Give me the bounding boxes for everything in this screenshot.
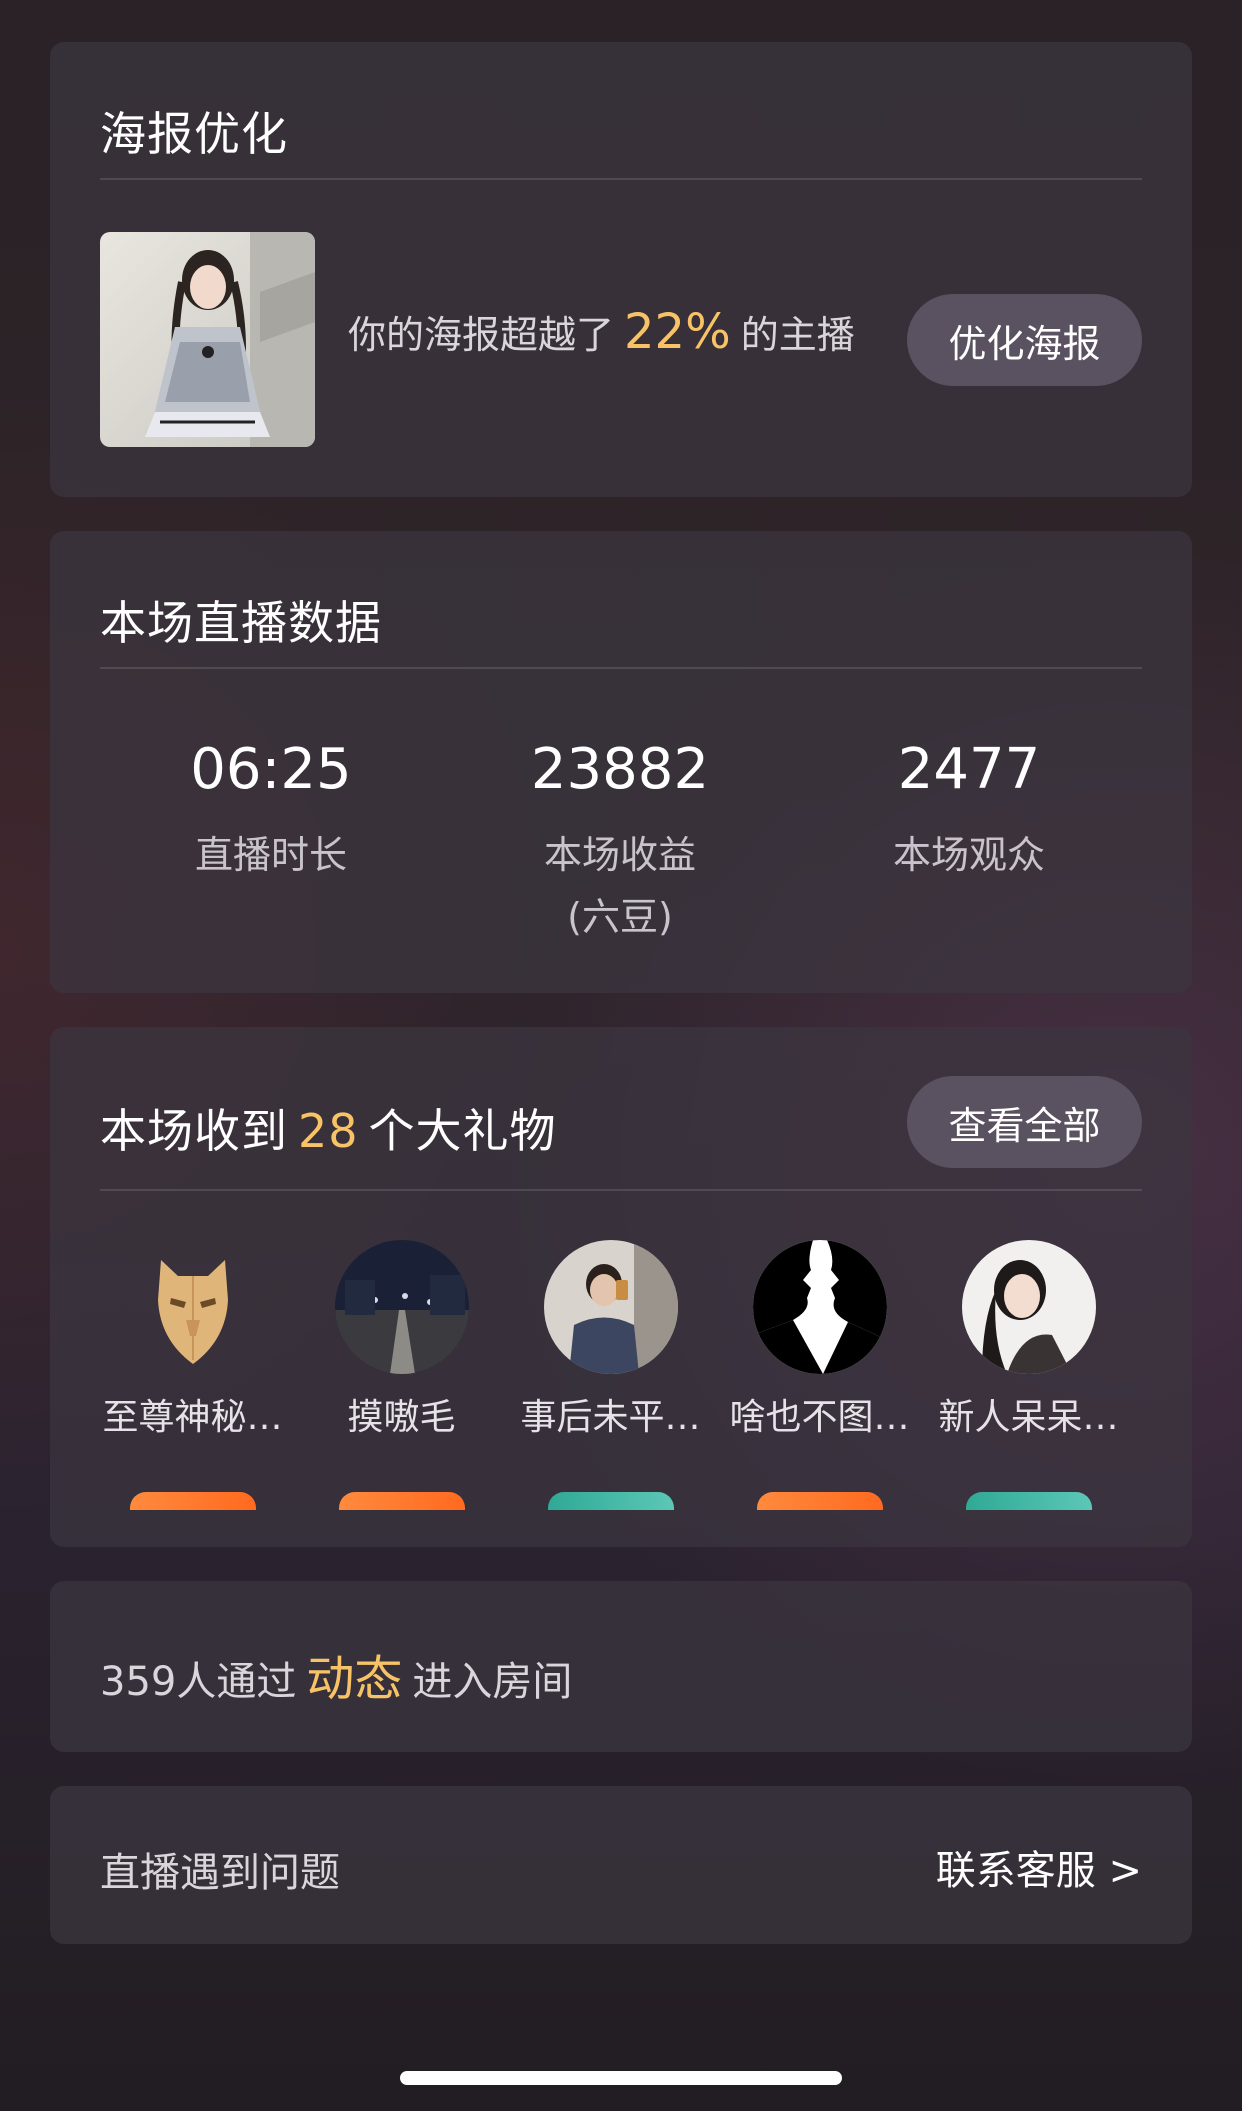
gifter-item[interactable]: 事后未平… bbox=[518, 1240, 703, 1510]
poster-rank-text: 你的海报超越了 22% 的主播 bbox=[348, 304, 855, 360]
live-stats-card: 本场直播数据 06:25 直播时长 23882 本场收益 (六豆) 2477 本… bbox=[50, 531, 1192, 993]
help-card[interactable]: 直播遇到问题 联系客服 > bbox=[50, 1786, 1192, 1944]
dynamic-entry-card: 359人通过 动态 进入房间 bbox=[50, 1581, 1192, 1752]
level-badge bbox=[965, 1492, 1092, 1510]
stat-value: 23882 bbox=[530, 737, 710, 802]
contact-support-link[interactable]: 联系客服 > bbox=[936, 1838, 1142, 1896]
poster-text-suffix: 的主播 bbox=[740, 313, 855, 357]
gifter-item[interactable]: 摸嗷毛 bbox=[309, 1240, 494, 1510]
poster-percent: 22% bbox=[624, 304, 731, 360]
poster-optimization-card: 海报优化 你的海报超越了 22% 的主播 优化海报 bbox=[50, 42, 1192, 497]
gifter-item[interactable]: 至尊神秘… bbox=[100, 1240, 285, 1510]
dynamic-prefix: 359人通过 bbox=[100, 1659, 297, 1705]
gifter-name: 事后未平… bbox=[520, 1397, 701, 1438]
gifter-name: 摸嗷毛 bbox=[347, 1397, 456, 1438]
mystery-mask-avatar bbox=[126, 1240, 260, 1374]
poster-image-icon bbox=[100, 232, 315, 447]
gifts-title-prefix: 本场收到 bbox=[100, 1104, 288, 1158]
stat-label: 本场收益 (六豆) bbox=[543, 833, 696, 939]
big-gifts-card: 本场收到 28 个大礼物 查看全部 至尊神秘… 摸嗷毛 事后未平… 啥也不图… … bbox=[50, 1027, 1192, 1547]
dynamic-link[interactable]: 动态 bbox=[306, 1639, 402, 1709]
divider bbox=[100, 178, 1142, 180]
poster-text-prefix: 你的海报超越了 bbox=[348, 313, 615, 357]
poster-thumbnail[interactable] bbox=[100, 232, 315, 447]
gifter-name: 新人呆呆… bbox=[938, 1397, 1119, 1438]
home-indicator[interactable] bbox=[400, 2071, 842, 2085]
optimize-poster-button[interactable]: 优化海报 bbox=[907, 294, 1142, 386]
user-avatar bbox=[334, 1240, 469, 1374]
user-avatar bbox=[961, 1240, 1096, 1374]
gifter-item[interactable]: 啥也不图… bbox=[727, 1240, 912, 1510]
user-avatar bbox=[543, 1240, 678, 1374]
stat-label: 本场观众 bbox=[892, 833, 1045, 877]
gifts-card-title: 本场收到 28 个大礼物 bbox=[100, 1095, 557, 1161]
gifter-name: 啥也不图… bbox=[729, 1397, 910, 1438]
level-badge bbox=[547, 1492, 674, 1510]
divider bbox=[100, 667, 1142, 669]
help-label: 直播遇到问题 bbox=[100, 1850, 340, 1896]
divider bbox=[100, 1189, 1142, 1191]
level-badge bbox=[129, 1492, 256, 1510]
gifts-count: 28 bbox=[298, 1104, 359, 1158]
user-avatar bbox=[752, 1240, 887, 1374]
view-all-button[interactable]: 查看全部 bbox=[907, 1076, 1142, 1168]
stats-card-title: 本场直播数据 bbox=[100, 596, 382, 650]
gifts-title-suffix: 个大礼物 bbox=[368, 1104, 557, 1158]
stat-value: 06:25 bbox=[190, 737, 352, 802]
dynamic-suffix: 进入房间 bbox=[412, 1659, 573, 1705]
level-badge bbox=[338, 1492, 465, 1510]
gifter-name: 至尊神秘… bbox=[102, 1397, 283, 1438]
gifter-item[interactable]: 新人呆呆… bbox=[936, 1240, 1121, 1510]
stat-value: 2477 bbox=[897, 737, 1041, 802]
poster-card-title: 海报优化 bbox=[100, 107, 288, 161]
dynamic-entry-text: 359人通过 动态 进入房间 bbox=[100, 1639, 572, 1709]
stat-label: 直播时长 bbox=[194, 833, 347, 877]
stat-duration: 06:25 直播时长 bbox=[121, 737, 421, 886]
stat-viewers: 2477 本场观众 bbox=[819, 737, 1119, 886]
stat-earnings: 23882 本场收益 (六豆) bbox=[470, 737, 770, 948]
level-badge bbox=[756, 1492, 883, 1510]
